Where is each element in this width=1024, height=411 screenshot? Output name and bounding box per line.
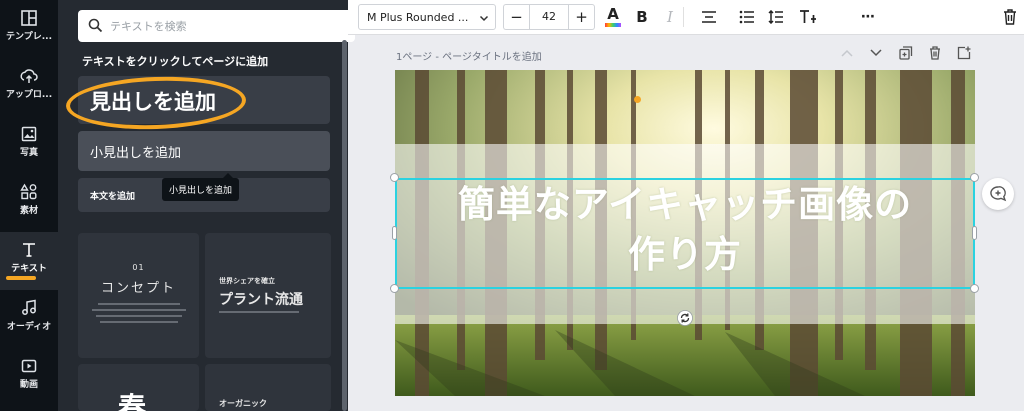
add-body-label: 本文を追加 — [90, 192, 136, 202]
search-box[interactable] — [78, 10, 355, 42]
rotate-handle[interactable] — [677, 310, 693, 326]
sidebar-rail: テンプレ... アップロ... 写真 素材 テキスト オーディオ 動画 — [0, 0, 58, 411]
move-page-up-button[interactable] — [838, 44, 856, 62]
text-template-plant[interactable]: 世界シェアを確立 プラント流通 — [205, 233, 331, 358]
align-center-button[interactable] — [697, 5, 721, 29]
sidebar-item-upload[interactable]: アップロ... — [0, 58, 58, 116]
italic-button[interactable]: I — [658, 5, 682, 29]
bulleted-list-icon — [739, 10, 754, 24]
effects-button[interactable] — [796, 5, 820, 29]
active-underline — [6, 276, 36, 280]
duplicate-page-button[interactable] — [897, 44, 915, 62]
video-icon — [21, 359, 37, 373]
upload-icon — [20, 69, 38, 83]
add-page-button[interactable] — [955, 44, 973, 62]
sidebar-item-elements[interactable]: 素材 — [0, 174, 58, 232]
align-center-icon — [702, 11, 716, 23]
text-template-concept[interactable]: 01 コンセプト — [78, 233, 199, 358]
text-template-spring[interactable]: 春 — [78, 364, 199, 411]
toolbar-divider — [683, 7, 684, 27]
resize-handle-bottom-right[interactable] — [970, 284, 979, 293]
text-template-organic[interactable]: オーガニック — [205, 364, 331, 411]
panel-scrollbar[interactable] — [342, 40, 347, 411]
delete-button[interactable] — [998, 5, 1022, 29]
duplicate-icon — [899, 46, 913, 60]
sidebar-item-label: テキスト — [11, 264, 47, 274]
elements-icon — [20, 183, 37, 200]
template-fine-text — [96, 315, 182, 317]
resize-handle-top-left[interactable] — [390, 173, 399, 182]
bold-button[interactable]: B — [630, 5, 654, 29]
font-select-value: M Plus Rounded ... — [367, 11, 469, 24]
sidebar-item-label: 動画 — [19, 380, 38, 390]
template-fine-text — [98, 303, 180, 305]
sidebar-item-label: 素材 — [19, 206, 38, 216]
text-icon — [23, 243, 35, 257]
sidebar-item-templates[interactable]: テンプレ... — [0, 0, 58, 58]
sidebar-item-label: 写真 — [19, 148, 38, 158]
sidebar-item-photos[interactable]: 写真 — [0, 116, 58, 174]
add-comment-button[interactable] — [982, 178, 1014, 210]
template-subtitle: 世界シェアを確立 — [219, 277, 275, 285]
template-fine-text — [219, 311, 299, 313]
font-size-input[interactable]: 42 — [529, 4, 569, 30]
chevron-down-icon — [870, 49, 882, 57]
orange-marker — [634, 96, 641, 103]
photo-icon — [21, 126, 37, 142]
font-size-decrease-button[interactable]: − — [503, 4, 529, 30]
audio-icon — [22, 299, 36, 315]
trash-icon — [1004, 9, 1016, 25]
templates-icon — [21, 10, 37, 26]
sidebar-item-label: テンプレ... — [6, 32, 52, 42]
font-size-increase-button[interactable]: + — [569, 4, 595, 30]
resize-handle-right[interactable] — [972, 226, 977, 240]
page-title-label[interactable]: 1ページ - ページタイトルを追加 — [396, 48, 542, 63]
text-panel: テキストをクリックしてページに追加 見出しを追加 小見出しを追加 本文を追加 小… — [58, 0, 355, 411]
template-number: 01 — [132, 263, 145, 272]
text-color-bar — [605, 23, 621, 27]
resize-handle-top-right[interactable] — [970, 173, 979, 182]
text-color-icon: A — [604, 6, 622, 28]
template-title: オーガニック — [219, 399, 267, 408]
add-subheading-button[interactable]: 小見出しを追加 — [78, 131, 330, 171]
text-effects-icon — [800, 10, 816, 23]
list-button[interactable] — [735, 5, 759, 29]
trash-icon — [930, 46, 940, 60]
font-select[interactable]: M Plus Rounded ... — [358, 4, 496, 30]
more-options-button[interactable]: ⋯ — [856, 5, 880, 29]
sidebar-item-label: アップロ... — [5, 90, 53, 100]
search-icon — [88, 18, 103, 33]
sidebar-item-audio[interactable]: オーディオ — [0, 290, 58, 348]
search-input[interactable] — [110, 16, 345, 36]
sidebar-item-label: オーディオ — [6, 322, 52, 332]
resize-handle-bottom-left[interactable] — [390, 284, 399, 293]
panel-title: テキストをクリックしてページに追加 — [82, 55, 269, 68]
resize-handle-left[interactable] — [392, 226, 397, 240]
move-page-down-button[interactable] — [867, 44, 885, 62]
add-subheading-label: 小見出しを追加 — [90, 146, 182, 161]
chevron-up-icon — [841, 49, 853, 57]
delete-page-button[interactable] — [926, 44, 944, 62]
template-fine-text — [92, 309, 186, 311]
text-color-button[interactable]: A — [601, 5, 625, 29]
rotate-icon — [677, 310, 693, 326]
selection-box[interactable] — [395, 178, 975, 289]
spacing-button[interactable] — [764, 5, 788, 29]
template-fine-text — [100, 321, 178, 323]
editor-toolbar: M Plus Rounded ... − 42 + A B I ⋯ — [348, 0, 1024, 35]
chevron-down-icon — [479, 15, 489, 22]
sidebar-item-video[interactable]: 動画 — [0, 348, 58, 406]
comment-icon — [990, 186, 1007, 202]
template-title: 春 — [118, 391, 147, 411]
add-page-icon — [957, 46, 971, 60]
line-spacing-icon — [768, 10, 783, 24]
template-title: プラント流通 — [219, 292, 303, 308]
sidebar-item-text[interactable]: テキスト — [0, 232, 58, 290]
template-title: コンセプト — [100, 281, 176, 296]
tooltip: 小見出しを追加 — [162, 178, 240, 201]
